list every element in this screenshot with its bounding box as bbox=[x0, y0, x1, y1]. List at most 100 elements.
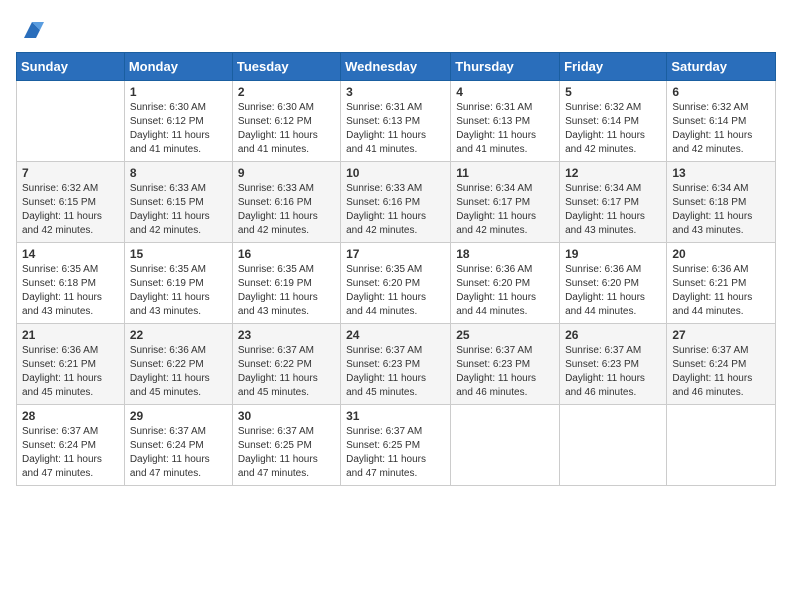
calendar-cell: 18 Sunrise: 6:36 AMSunset: 6:20 PMDayligh… bbox=[451, 243, 560, 324]
calendar-cell: 28 Sunrise: 6:37 AMSunset: 6:24 PMDayligh… bbox=[17, 405, 125, 486]
day-info: Sunrise: 6:34 AMSunset: 6:18 PMDaylight:… bbox=[672, 182, 770, 238]
calendar-cell: 30Sunrise: 6:37 AMSunset: 6:25 PMDayligh… bbox=[232, 405, 340, 486]
page-header bbox=[16, 16, 776, 44]
calendar-header-wednesday: Wednesday bbox=[341, 53, 451, 81]
day-number: 10 bbox=[346, 166, 445, 180]
day-number: 12 bbox=[565, 166, 661, 180]
calendar-cell: 22 Sunrise: 6:36 AMSunset: 6:22 PMDayligh… bbox=[124, 324, 232, 405]
day-number: 7 bbox=[22, 166, 119, 180]
day-number: 9 bbox=[238, 166, 335, 180]
day-number: 25 bbox=[456, 328, 554, 342]
calendar-cell: 25 Sunrise: 6:37 AMSunset: 6:23 PMDayligh… bbox=[451, 324, 560, 405]
day-info: Sunrise: 6:37 AMSunset: 6:22 PMDaylight:… bbox=[238, 344, 335, 400]
day-info: Sunrise: 6:36 AMSunset: 6:21 PMDaylight:… bbox=[22, 344, 119, 400]
day-info: Sunrise: 6:37 AMSunset: 6:24 PMDaylight:… bbox=[22, 425, 119, 481]
day-info: Sunrise: 6:37 AMSunset: 6:25 PMDaylight:… bbox=[238, 425, 335, 481]
calendar-cell: 14 Sunrise: 6:35 AMSunset: 6:18 PMDayligh… bbox=[17, 243, 125, 324]
calendar-cell: 23 Sunrise: 6:37 AMSunset: 6:22 PMDayligh… bbox=[232, 324, 340, 405]
calendar-cell: 2 Sunrise: 6:30 AMSunset: 6:12 PMDaylight… bbox=[232, 81, 340, 162]
day-info: Sunrise: 6:35 AMSunset: 6:18 PMDaylight:… bbox=[22, 263, 119, 319]
day-info: Sunrise: 6:30 AMSunset: 6:12 PMDaylight:… bbox=[130, 101, 227, 157]
day-info: Sunrise: 6:33 AMSunset: 6:15 PMDaylight:… bbox=[130, 182, 227, 238]
calendar-cell: 13Sunrise: 6:34 AMSunset: 6:18 PMDayligh… bbox=[667, 162, 776, 243]
calendar-cell: 24 Sunrise: 6:37 AMSunset: 6:23 PMDayligh… bbox=[341, 324, 451, 405]
day-number: 2 bbox=[238, 85, 335, 99]
calendar-cell: 4Sunrise: 6:31 AMSunset: 6:13 PMDaylight… bbox=[451, 81, 560, 162]
calendar-header-monday: Monday bbox=[124, 53, 232, 81]
day-number: 31 bbox=[346, 409, 445, 423]
calendar-cell: 16 Sunrise: 6:35 AMSunset: 6:19 PMDayligh… bbox=[232, 243, 340, 324]
day-number: 16 bbox=[238, 247, 335, 261]
logo-icon bbox=[18, 16, 46, 44]
day-number: 24 bbox=[346, 328, 445, 342]
calendar-week-row: 1 Sunrise: 6:30 AMSunset: 6:12 PMDaylight… bbox=[17, 81, 776, 162]
day-info: Sunrise: 6:35 AMSunset: 6:19 PMDaylight:… bbox=[130, 263, 227, 319]
day-info: Sunrise: 6:36 AMSunset: 6:20 PMDaylight:… bbox=[565, 263, 661, 319]
calendar-cell bbox=[667, 405, 776, 486]
day-number: 28 bbox=[22, 409, 119, 423]
day-info: Sunrise: 6:37 AMSunset: 6:24 PMDaylight:… bbox=[672, 344, 770, 400]
calendar-header-tuesday: Tuesday bbox=[232, 53, 340, 81]
calendar-cell: 20 Sunrise: 6:36 AMSunset: 6:21 PMDayligh… bbox=[667, 243, 776, 324]
day-info: Sunrise: 6:37 AMSunset: 6:24 PMDaylight:… bbox=[130, 425, 227, 481]
day-info: Sunrise: 6:32 AMSunset: 6:14 PMDaylight:… bbox=[672, 101, 770, 157]
day-info: Sunrise: 6:32 AMSunset: 6:14 PMDaylight:… bbox=[565, 101, 661, 157]
calendar-cell bbox=[451, 405, 560, 486]
calendar-cell: 29Sunrise: 6:37 AMSunset: 6:24 PMDayligh… bbox=[124, 405, 232, 486]
calendar-cell: 9 Sunrise: 6:33 AMSunset: 6:16 PMDaylight… bbox=[232, 162, 340, 243]
day-number: 17 bbox=[346, 247, 445, 261]
calendar-cell: 31 Sunrise: 6:37 AMSunset: 6:25 PMDayligh… bbox=[341, 405, 451, 486]
calendar-cell: 11Sunrise: 6:34 AMSunset: 6:17 PMDayligh… bbox=[451, 162, 560, 243]
day-number: 14 bbox=[22, 247, 119, 261]
calendar-week-row: 21 Sunrise: 6:36 AMSunset: 6:21 PMDayligh… bbox=[17, 324, 776, 405]
calendar-cell: 12Sunrise: 6:34 AMSunset: 6:17 PMDayligh… bbox=[560, 162, 667, 243]
day-info: Sunrise: 6:37 AMSunset: 6:23 PMDaylight:… bbox=[456, 344, 554, 400]
day-info: Sunrise: 6:30 AMSunset: 6:12 PMDaylight:… bbox=[238, 101, 335, 157]
day-number: 1 bbox=[130, 85, 227, 99]
day-number: 20 bbox=[672, 247, 770, 261]
day-number: 26 bbox=[565, 328, 661, 342]
day-number: 19 bbox=[565, 247, 661, 261]
day-info: Sunrise: 6:31 AMSunset: 6:13 PMDaylight:… bbox=[346, 101, 445, 157]
day-number: 4 bbox=[456, 85, 554, 99]
calendar-cell: 8 Sunrise: 6:33 AMSunset: 6:15 PMDaylight… bbox=[124, 162, 232, 243]
calendar-cell: 27Sunrise: 6:37 AMSunset: 6:24 PMDayligh… bbox=[667, 324, 776, 405]
calendar-cell: 6 Sunrise: 6:32 AMSunset: 6:14 PMDaylight… bbox=[667, 81, 776, 162]
calendar-header-row: SundayMondayTuesdayWednesdayThursdayFrid… bbox=[17, 53, 776, 81]
calendar-cell: 21 Sunrise: 6:36 AMSunset: 6:21 PMDayligh… bbox=[17, 324, 125, 405]
day-info: Sunrise: 6:37 AMSunset: 6:23 PMDaylight:… bbox=[346, 344, 445, 400]
calendar-cell bbox=[560, 405, 667, 486]
day-number: 3 bbox=[346, 85, 445, 99]
calendar-week-row: 14 Sunrise: 6:35 AMSunset: 6:18 PMDayligh… bbox=[17, 243, 776, 324]
day-info: Sunrise: 6:35 AMSunset: 6:19 PMDaylight:… bbox=[238, 263, 335, 319]
day-number: 22 bbox=[130, 328, 227, 342]
calendar-cell: 19 Sunrise: 6:36 AMSunset: 6:20 PMDayligh… bbox=[560, 243, 667, 324]
day-info: Sunrise: 6:36 AMSunset: 6:20 PMDaylight:… bbox=[456, 263, 554, 319]
day-number: 15 bbox=[130, 247, 227, 261]
calendar-cell bbox=[17, 81, 125, 162]
calendar-week-row: 28 Sunrise: 6:37 AMSunset: 6:24 PMDayligh… bbox=[17, 405, 776, 486]
day-number: 23 bbox=[238, 328, 335, 342]
day-info: Sunrise: 6:37 AMSunset: 6:23 PMDaylight:… bbox=[565, 344, 661, 400]
calendar-cell: 26 Sunrise: 6:37 AMSunset: 6:23 PMDayligh… bbox=[560, 324, 667, 405]
day-number: 8 bbox=[130, 166, 227, 180]
calendar-header-saturday: Saturday bbox=[667, 53, 776, 81]
day-info: Sunrise: 6:36 AMSunset: 6:21 PMDaylight:… bbox=[672, 263, 770, 319]
calendar-header-sunday: Sunday bbox=[17, 53, 125, 81]
day-number: 11 bbox=[456, 166, 554, 180]
day-info: Sunrise: 6:32 AMSunset: 6:15 PMDaylight:… bbox=[22, 182, 119, 238]
calendar-table: SundayMondayTuesdayWednesdayThursdayFrid… bbox=[16, 52, 776, 486]
day-info: Sunrise: 6:33 AMSunset: 6:16 PMDaylight:… bbox=[238, 182, 335, 238]
day-number: 5 bbox=[565, 85, 661, 99]
day-number: 18 bbox=[456, 247, 554, 261]
calendar-cell: 3 Sunrise: 6:31 AMSunset: 6:13 PMDaylight… bbox=[341, 81, 451, 162]
calendar-cell: 1 Sunrise: 6:30 AMSunset: 6:12 PMDaylight… bbox=[124, 81, 232, 162]
day-info: Sunrise: 6:35 AMSunset: 6:20 PMDaylight:… bbox=[346, 263, 445, 319]
day-info: Sunrise: 6:36 AMSunset: 6:22 PMDaylight:… bbox=[130, 344, 227, 400]
calendar-header-thursday: Thursday bbox=[451, 53, 560, 81]
day-info: Sunrise: 6:37 AMSunset: 6:25 PMDaylight:… bbox=[346, 425, 445, 481]
day-number: 21 bbox=[22, 328, 119, 342]
calendar-week-row: 7 Sunrise: 6:32 AMSunset: 6:15 PMDaylight… bbox=[17, 162, 776, 243]
day-number: 6 bbox=[672, 85, 770, 99]
logo bbox=[16, 16, 46, 44]
